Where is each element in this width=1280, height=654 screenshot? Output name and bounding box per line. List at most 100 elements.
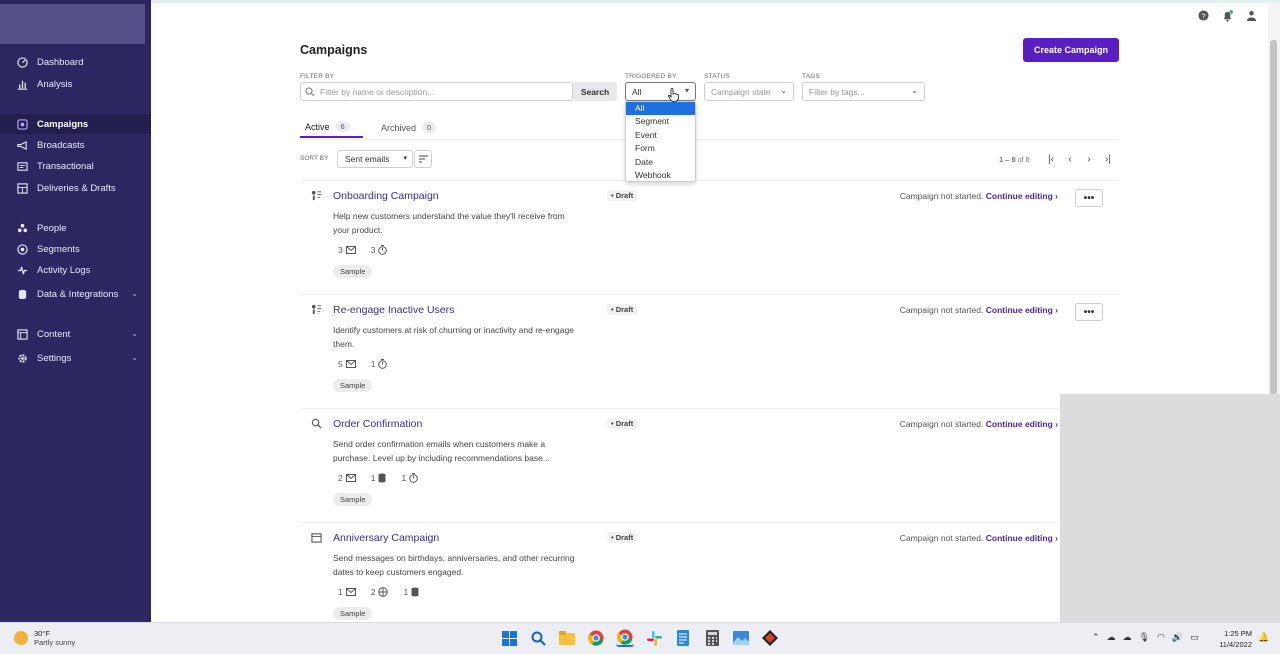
cloud-icon[interactable]: ☁ xyxy=(1107,632,1116,643)
search-icon[interactable] xyxy=(529,629,547,647)
weather-text: Partly sunny xyxy=(34,638,76,647)
campaign-stats: 1 2 1 xyxy=(338,587,419,597)
sample-tag[interactable]: Sample xyxy=(333,379,373,392)
user-icon[interactable] xyxy=(1245,9,1258,22)
file-explorer-icon[interactable] xyxy=(558,629,576,647)
windows-start-icon[interactable] xyxy=(500,629,518,647)
onedrive-icon[interactable]: ☁ xyxy=(1123,632,1132,643)
top-icons: ? xyxy=(1197,9,1258,22)
first-page-icon[interactable]: |‹ xyxy=(1044,152,1058,166)
wifi-icon[interactable]: ◠ xyxy=(1157,632,1165,643)
help-icon[interactable]: ? xyxy=(1197,9,1210,22)
campaign-title[interactable]: Onboarding Campaign xyxy=(333,190,439,202)
sort-by-label: SORT BY xyxy=(300,155,329,162)
people-icon xyxy=(16,222,28,234)
photos-icon[interactable] xyxy=(732,629,750,647)
dropdown-option-form[interactable]: Form xyxy=(626,142,695,155)
dropdown-option-event[interactable]: Event xyxy=(626,129,695,142)
sidebar-item-dashboard[interactable]: Dashboard xyxy=(0,52,151,72)
sidebar-item-people[interactable]: People xyxy=(0,218,151,238)
next-page-icon[interactable]: › xyxy=(1082,152,1096,166)
stat-data: 1 xyxy=(403,587,409,597)
status-select[interactable]: Campaign state ⌄ xyxy=(704,82,794,101)
stat-emails: 2 xyxy=(338,473,343,483)
app-icon[interactable] xyxy=(761,629,779,647)
tab-archived[interactable]: Archived 0 xyxy=(381,117,437,138)
sidebar-item-activity-logs[interactable]: Activity Logs xyxy=(0,260,151,280)
sidebar: Dashboard Analysis Campaigns Broadcasts … xyxy=(0,0,151,622)
bell-icon[interactable] xyxy=(1221,9,1234,22)
campaign-title[interactable]: Order Confirmation xyxy=(333,418,422,430)
dropdown-option-webhook[interactable]: Webhook xyxy=(626,169,695,182)
sun-icon xyxy=(14,631,28,645)
notepad-icon[interactable] xyxy=(674,629,692,647)
sort-direction-button[interactable] xyxy=(414,150,432,168)
campaign-row[interactable]: Order Confirmation Send order confirmati… xyxy=(300,408,1119,522)
globe-icon xyxy=(378,587,389,597)
tab-label: Active xyxy=(305,121,330,132)
filter-by-label: FILTER BY xyxy=(300,73,335,80)
search-button[interactable]: Search xyxy=(573,82,617,101)
chrome-icon[interactable] xyxy=(616,629,634,647)
sidebar-item-data-integrations[interactable]: Data & Integrations ⌄ xyxy=(0,284,151,304)
more-options-button[interactable]: ••• xyxy=(1075,189,1103,207)
campaign-title[interactable]: Anniversary Campaign xyxy=(333,532,439,544)
pager-total: of 6 xyxy=(1017,157,1030,164)
deliveries-icon xyxy=(16,182,28,194)
create-campaign-button[interactable]: Create Campaign xyxy=(1023,38,1119,62)
sidebar-item-label: Segments xyxy=(37,243,80,255)
campaign-row[interactable]: Re-engage Inactive Users Identify custom… xyxy=(300,294,1119,408)
sidebar-item-deliveries[interactable]: Deliveries & Drafts xyxy=(0,178,151,198)
taskbar-apps xyxy=(500,629,779,647)
megaphone-icon xyxy=(16,139,28,151)
sidebar-item-broadcasts[interactable]: Broadcasts xyxy=(0,135,151,155)
svg-text:?: ? xyxy=(1201,11,1205,20)
sidebar-item-settings[interactable]: Settings ⌄ xyxy=(0,348,151,368)
notification-icon[interactable]: 🔔 xyxy=(1258,632,1269,643)
slack-icon[interactable] xyxy=(645,629,663,647)
more-options-button[interactable]: ••• xyxy=(1075,303,1103,321)
sidebar-item-content[interactable]: Content ⌄ xyxy=(0,324,151,344)
tags-select[interactable]: Filter by tags... ⌄ xyxy=(802,82,925,101)
sort-select[interactable]: Sent emails ▾ xyxy=(337,150,413,168)
clock[interactable]: 1:25 PM 11/4/2022 xyxy=(1214,628,1252,650)
continue-editing-link[interactable]: Continue editing › xyxy=(986,533,1058,543)
sidebar-item-label: Settings xyxy=(37,352,72,364)
campaign-row[interactable]: Onboarding Campaign Help new customers u… xyxy=(300,180,1119,294)
continue-editing-link[interactable]: Continue editing › xyxy=(986,419,1058,429)
dropdown-option-date[interactable]: Date xyxy=(626,156,695,169)
filter-input[interactable]: Filter by name or description... xyxy=(300,82,573,101)
battery-icon[interactable]: ▭ xyxy=(1190,632,1199,643)
sample-tag[interactable]: Sample xyxy=(333,607,373,620)
tags-label: TAGS xyxy=(802,73,821,80)
sample-tag[interactable]: Sample xyxy=(333,493,373,506)
system-tray: ⌃ ☁ ☁ 🎙 ◠ 🔊 ▭ xyxy=(1092,632,1199,643)
dashboard-icon xyxy=(16,56,28,68)
chrome-icon[interactable] xyxy=(587,629,605,647)
continue-editing-link[interactable]: Continue editing › xyxy=(986,305,1058,315)
sidebar-item-analysis[interactable]: Analysis xyxy=(0,74,151,94)
volume-icon[interactable]: 🔊 xyxy=(1172,632,1183,643)
sample-tag[interactable]: Sample xyxy=(333,265,373,278)
dropdown-option-all[interactable]: All xyxy=(626,102,695,116)
chevron-up-icon[interactable]: ⌃ xyxy=(1092,632,1100,643)
prev-page-icon[interactable]: ‹ xyxy=(1063,152,1077,166)
stat-delays: 3 xyxy=(370,245,376,255)
dropdown-option-segment[interactable]: Segment xyxy=(626,115,695,128)
sidebar-item-segments[interactable]: Segments xyxy=(0,239,151,259)
sidebar-item-campaigns[interactable]: Campaigns xyxy=(0,114,151,134)
sidebar-item-label: Broadcasts xyxy=(37,139,85,151)
last-page-icon[interactable]: ›| xyxy=(1101,152,1115,166)
triggered-by-select[interactable]: All ▾ xyxy=(625,82,696,101)
tab-active[interactable]: Active 6 xyxy=(300,117,363,138)
scrollbar-thumb[interactable] xyxy=(1270,40,1277,395)
sidebar-item-transactional[interactable]: Transactional xyxy=(0,156,151,176)
campaign-title[interactable]: Re-engage Inactive Users xyxy=(333,304,454,316)
brand-logo[interactable] xyxy=(0,4,145,44)
weather-widget[interactable]: 30°F Partly sunny xyxy=(14,629,75,647)
continue-editing-link[interactable]: Continue editing › xyxy=(986,191,1058,201)
calculator-icon[interactable] xyxy=(703,629,721,647)
sidebar-item-label: Analysis xyxy=(37,78,73,90)
microphone-icon[interactable]: 🎙 xyxy=(1139,632,1150,643)
campaign-row[interactable]: Anniversary Campaign Send messages on bi… xyxy=(300,522,1119,636)
